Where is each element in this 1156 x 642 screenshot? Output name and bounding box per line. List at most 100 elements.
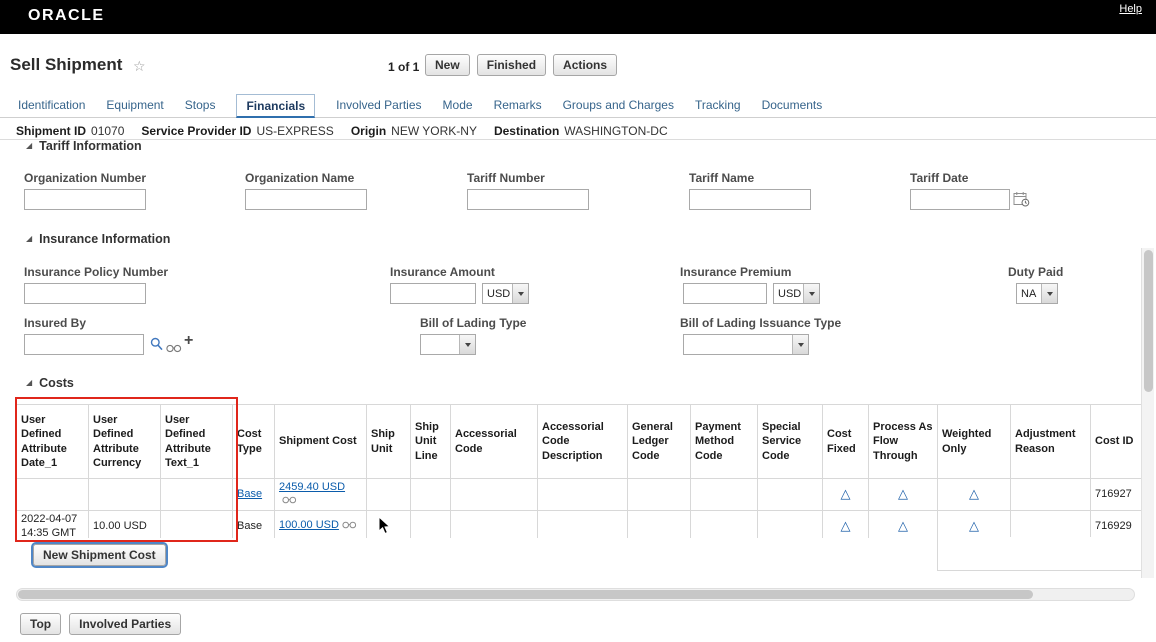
col-cost-fixed: Cost Fixed <box>822 404 869 479</box>
cell-flow-through: △ <box>868 510 938 538</box>
horizontal-scrollbar[interactable] <box>16 588 1135 601</box>
service-provider-value: US-EXPRESS <box>256 124 334 138</box>
cell-cost-id: 716929 <box>1090 510 1141 538</box>
content-top-divider <box>0 139 1156 140</box>
cell-gl-code <box>627 477 691 512</box>
insurance-premium-input[interactable] <box>683 283 767 304</box>
organization-name-input[interactable] <box>245 189 367 210</box>
tariff-number-label: Tariff Number <box>467 171 545 185</box>
costs-section-header: ◢ Costs <box>26 376 74 390</box>
vertical-scrollbar-thumb[interactable] <box>1144 250 1153 392</box>
tariff-number-input[interactable] <box>467 189 589 210</box>
tab-groups-and-charges[interactable]: Groups and Charges <box>563 98 674 118</box>
duty-paid-select[interactable]: NA <box>1016 283 1058 304</box>
vertical-scrollbar[interactable] <box>1141 248 1154 578</box>
col-payment-method: Payment Method Code <box>690 404 758 479</box>
flag-triangle-icon: △ <box>969 486 979 502</box>
bol-issuance-type-select[interactable] <box>683 334 809 355</box>
tab-equipment[interactable]: Equipment <box>106 98 163 118</box>
costs-table: User Defined Attribute Date_1 User Defin… <box>16 404 1141 538</box>
origin-value: NEW YORK-NY <box>391 124 477 138</box>
tariff-date-input[interactable] <box>910 189 1010 210</box>
cell-cost-fixed: △ <box>822 477 869 512</box>
search-icon[interactable] <box>150 337 163 356</box>
insurance-amount-input[interactable] <box>390 283 476 304</box>
cell-cost-type: Base <box>232 510 275 538</box>
insurance-policy-number-input[interactable] <box>24 283 146 304</box>
service-provider-label: Service Provider ID <box>141 124 252 138</box>
page-title: Sell Shipment <box>10 55 123 74</box>
col-cost-id: Cost ID <box>1090 404 1141 479</box>
cell-uda-text <box>160 510 233 538</box>
tab-identification[interactable]: Identification <box>18 98 85 118</box>
new-button[interactable]: New <box>425 54 470 76</box>
shipment-id-value: 01070 <box>91 124 125 138</box>
insurance-amount-label: Insurance Amount <box>390 265 495 279</box>
organization-number-input[interactable] <box>24 189 146 210</box>
cell-accessorial-desc <box>537 477 628 512</box>
cell-uda-date <box>16 477 89 512</box>
flag-triangle-icon: △ <box>898 486 908 502</box>
shipment-cost-link[interactable]: 100.00 USD <box>279 519 339 531</box>
cell-special-service <box>757 510 823 538</box>
col-weighted-only: Weighted Only <box>937 404 1011 479</box>
cell-accessorial-code <box>450 510 538 538</box>
cost-row: 2022-04-07 14:35 GMT 10.00 USD Base 100.… <box>16 510 1141 538</box>
oracle-logo: ORACLE <box>28 7 105 24</box>
finished-button[interactable]: Finished <box>476 54 547 76</box>
bol-type-select[interactable] <box>420 334 476 355</box>
involved-parties-button[interactable]: Involved Parties <box>69 613 182 635</box>
tab-financials[interactable]: Financials <box>236 94 316 118</box>
tariff-name-input[interactable] <box>689 189 811 210</box>
disclosure-triangle-icon[interactable]: ◢ <box>26 235 32 243</box>
bol-type-label: Bill of Lading Type <box>420 316 527 330</box>
col-gl-code: General Ledger Code <box>627 404 691 479</box>
col-adjustment-reason: Adjustment Reason <box>1010 404 1091 479</box>
finder-glasses-icon[interactable] <box>342 520 357 532</box>
cell-cost-type: Base <box>232 477 275 512</box>
disclosure-triangle-icon[interactable]: ◢ <box>26 379 32 387</box>
costs-table-footer-area <box>937 537 1143 571</box>
tab-involved-parties[interactable]: Involved Parties <box>336 98 421 118</box>
finder-glasses-icon[interactable] <box>282 495 297 507</box>
col-shipment-cost: Shipment Cost <box>274 404 367 479</box>
finder-glasses-icon[interactable] <box>166 340 182 358</box>
cell-cost-id: 716927 <box>1090 477 1141 512</box>
tab-tracking[interactable]: Tracking <box>695 98 741 118</box>
favorite-star-icon[interactable]: ☆ <box>133 58 146 75</box>
col-ship-unit-line: Ship Unit Line <box>410 404 451 479</box>
record-indicator: 1 of 1 <box>388 60 420 74</box>
tariff-name-label: Tariff Name <box>689 171 755 185</box>
disclosure-triangle-icon[interactable]: ◢ <box>26 142 32 150</box>
shipment-cost-link[interactable]: 2459.40 USD <box>279 481 345 493</box>
add-plus-icon[interactable]: + <box>184 333 193 349</box>
cell-uda-currency: 10.00 USD <box>88 510 161 538</box>
tab-remarks[interactable]: Remarks <box>494 98 542 118</box>
horizontal-scrollbar-thumb[interactable] <box>18 590 1033 599</box>
help-link[interactable]: Help <box>1119 3 1142 15</box>
date-picker-icon[interactable] <box>1013 191 1030 212</box>
cell-adjustment-reason <box>1010 477 1091 512</box>
cell-adjustment-reason <box>1010 510 1091 538</box>
footer-buttons: Top Involved Parties <box>20 613 182 635</box>
tab-documents[interactable]: Documents <box>762 98 823 118</box>
destination-value: WASHINGTON-DC <box>564 124 668 138</box>
tab-mode[interactable]: Mode <box>443 98 473 118</box>
cost-row: Base 2459.40 USD △ △ △ 716927 <box>16 477 1141 512</box>
mouse-cursor <box>378 515 391 540</box>
cell-uda-text <box>160 477 233 512</box>
selected-currency: USD <box>487 287 511 300</box>
insurance-premium-currency-select[interactable]: USD <box>773 283 820 304</box>
tariff-date-label: Tariff Date <box>910 171 969 185</box>
top-button[interactable]: Top <box>20 613 62 635</box>
new-shipment-cost-button[interactable]: New Shipment Cost <box>31 542 168 568</box>
insurance-amount-currency-select[interactable]: USD <box>482 283 529 304</box>
insured-by-input[interactable] <box>24 334 144 355</box>
selected-duty-paid: NA <box>1021 287 1037 300</box>
cost-type-link[interactable]: Base <box>237 488 262 500</box>
flag-triangle-icon: △ <box>898 517 908 533</box>
actions-button[interactable]: Actions <box>553 54 618 76</box>
organization-name-label: Organization Name <box>245 171 355 185</box>
insurance-section-header: ◢ Insurance Information <box>26 232 170 246</box>
tab-stops[interactable]: Stops <box>185 98 216 118</box>
